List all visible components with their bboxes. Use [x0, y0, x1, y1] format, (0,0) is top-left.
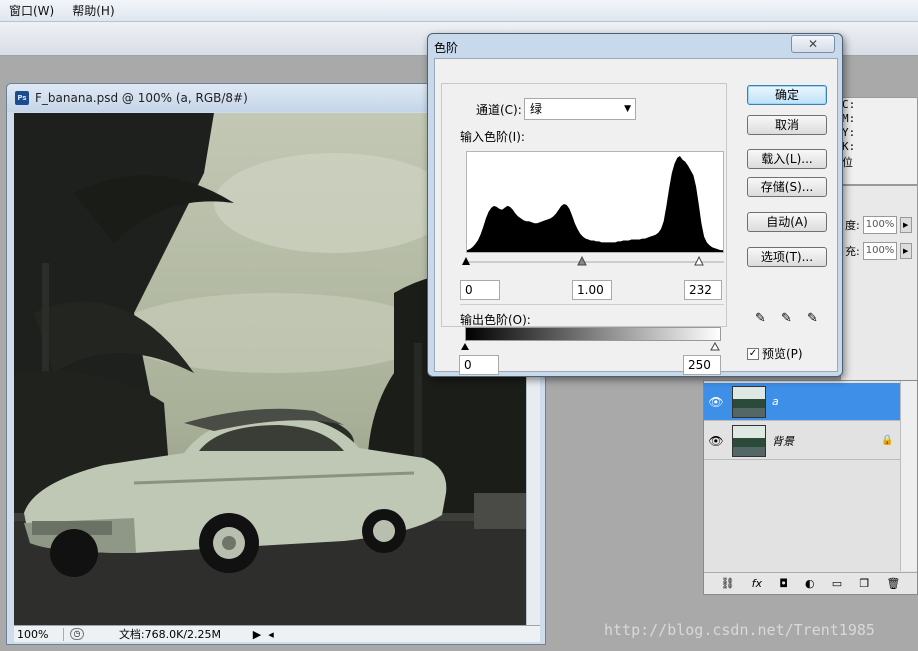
dialog-body: 通道(C): 绿 ▼ 输入色阶(I): 0 1.00 232 输出色阶(O):: [434, 58, 838, 375]
menu-bar: 窗口(W) 帮助(H): [0, 0, 918, 22]
output-gradient: [465, 327, 721, 341]
document-title: F_banana.psd @ 100% (a, RGB/8#): [35, 91, 248, 105]
auto-button[interactable]: 自动(A): [747, 212, 827, 232]
levels-group: 通道(C): 绿 ▼ 输入色阶(I): 0 1.00 232 输出色阶(O):: [441, 83, 727, 327]
delete-layer-icon[interactable]: 🗑: [886, 577, 900, 590]
cancel-button[interactable]: 取消: [747, 115, 827, 135]
layer-row-background[interactable]: 👁 背景 🔒: [704, 422, 901, 460]
input-black-field[interactable]: 0: [460, 280, 500, 300]
output-white-handle[interactable]: [710, 342, 720, 351]
channel-value: 绿: [530, 102, 543, 116]
layers-footer: ⛓ fx ◘ ◐ ▭ ❐ 🗑: [704, 572, 917, 594]
channel-label: 通道(C):: [476, 103, 522, 117]
black-eyedropper-icon[interactable]: ✎: [755, 311, 771, 329]
input-white-field[interactable]: 232: [684, 280, 722, 300]
dialog-title: 色阶: [434, 41, 459, 55]
status-menu-arrow-icon[interactable]: ▶: [250, 628, 264, 641]
info-panel: C: M: Y: K: 位: [835, 97, 918, 185]
visibility-eye-icon[interactable]: 👁: [704, 434, 728, 448]
histogram: [466, 151, 724, 253]
fill-dropdown-icon[interactable]: ▶: [899, 243, 912, 259]
input-black-handle[interactable]: [462, 257, 470, 265]
input-white-handle[interactable]: [694, 256, 704, 266]
zoom-level[interactable]: 100%: [14, 627, 64, 641]
fx-icon[interactable]: fx: [752, 577, 762, 590]
histogram-area: [467, 156, 723, 252]
layers-list: 👁 a 👁 背景 🔒 ⛓ fx ◘ ◐ ▭ ❐ 🗑: [703, 380, 918, 595]
options-button[interactable]: 选项(T)...: [747, 247, 827, 267]
gray-eyedropper-icon[interactable]: ✎: [781, 311, 797, 329]
opacity-dropdown-icon[interactable]: ▶: [899, 217, 912, 233]
layers-vertical-scrollbar[interactable]: [900, 381, 917, 571]
link-layers-icon[interactable]: ⛓: [721, 577, 735, 590]
info-line-c: C:: [842, 98, 856, 111]
layer-row-a[interactable]: 👁 a: [704, 383, 901, 421]
checkmark-icon[interactable]: ✓: [747, 347, 759, 360]
layer-thumbnail: [732, 424, 766, 457]
layer-thumbnail: [732, 385, 766, 418]
preview-checkbox[interactable]: ✓ 预览(P): [747, 345, 803, 362]
save-button[interactable]: 存储(S)...: [747, 177, 827, 197]
layer-name: 背景: [772, 434, 794, 448]
menu-help[interactable]: 帮助(H): [63, 2, 123, 19]
info-line-m: M:: [842, 112, 856, 125]
new-group-icon[interactable]: ▭: [832, 577, 842, 590]
document-status-bar: 100% ◷ 文档:768.0K/2.25M ▶ ◂: [14, 625, 540, 642]
watermark: http://blog.csdn.net/Trent1985: [604, 621, 875, 639]
info-line-bits: 位: [842, 156, 853, 169]
status-info-icon[interactable]: ◷: [70, 628, 84, 640]
visibility-eye-icon[interactable]: 👁: [704, 395, 728, 409]
input-gamma-handle[interactable]: [577, 256, 587, 266]
histogram-plot: [467, 156, 723, 252]
layer-name: a: [772, 395, 779, 408]
adjustment-layer-icon[interactable]: ◐: [805, 577, 815, 590]
add-mask-icon[interactable]: ◘: [779, 577, 788, 590]
levels-dialog: 色阶 ✕ 通道(C): 绿 ▼ 输入色阶(I): 0 1.00 232 输出色阶…: [427, 33, 843, 377]
output-black-field[interactable]: 0: [459, 355, 499, 375]
channel-select[interactable]: 绿 ▼: [524, 98, 636, 120]
preview-label: 预览(P): [762, 347, 803, 361]
info-line-k: K:: [842, 140, 856, 153]
layers-panel-controls: 度: 100% ▶ 充: 100% ▶: [840, 185, 918, 385]
fill-input[interactable]: 100%: [862, 242, 897, 260]
input-slider[interactable]: [460, 256, 730, 268]
output-white-field[interactable]: 250: [683, 355, 721, 375]
document-size-info: 文档:768.0K/2.25M: [118, 628, 222, 641]
input-levels-label: 输入色阶(I):: [460, 130, 525, 144]
fill-label: 充:: [845, 245, 860, 258]
output-slider[interactable]: [459, 342, 729, 352]
ok-button[interactable]: 确定: [747, 85, 827, 105]
output-black-handle[interactable]: [461, 343, 469, 350]
opacity-input[interactable]: 100%: [862, 216, 897, 234]
white-eyedropper-icon[interactable]: ✎: [807, 311, 823, 329]
new-layer-icon[interactable]: ❐: [859, 577, 869, 590]
input-gamma-field[interactable]: 1.00: [572, 280, 612, 300]
load-button[interactable]: 载入(L)...: [747, 149, 827, 169]
scroll-left-icon[interactable]: ◂: [264, 628, 278, 641]
chevron-down-icon: ▼: [624, 104, 631, 114]
opacity-label: 度:: [845, 219, 860, 232]
close-icon[interactable]: ✕: [791, 35, 835, 53]
lock-icon: 🔒: [881, 435, 894, 446]
separator: [460, 304, 724, 305]
menu-window[interactable]: 窗口(W): [0, 2, 63, 19]
photoshop-file-icon: Ps: [15, 91, 29, 105]
output-levels-label: 输出色阶(O):: [460, 313, 531, 327]
info-line-y: Y:: [842, 126, 856, 139]
